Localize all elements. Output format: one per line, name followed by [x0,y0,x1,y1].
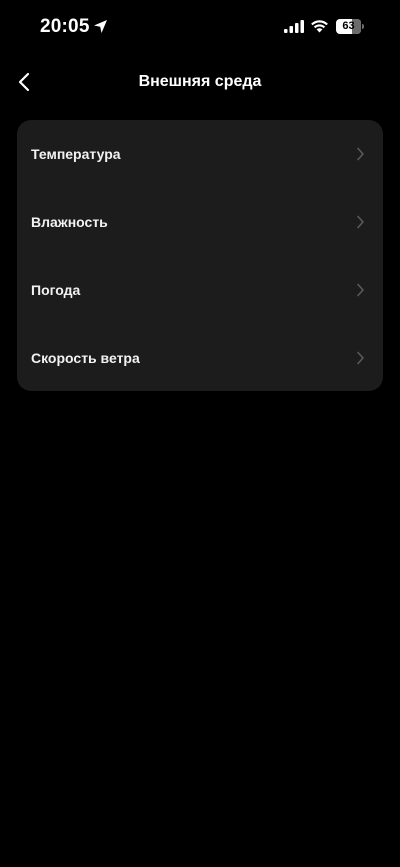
battery-tip [362,24,364,29]
page-title: Внешняя среда [138,73,262,90]
chevron-right-icon [357,351,364,365]
list-item-label: Скорость ветра [31,350,140,366]
list-item-temperature[interactable]: Температура [17,120,383,188]
chevron-right-icon [357,283,364,297]
location-arrow-icon [94,20,107,33]
status-time: 20:05 [40,16,90,37]
list-item-humidity[interactable]: Влажность [17,188,383,256]
list-item-weather[interactable]: Погода [17,256,383,324]
battery-body: 63 [336,19,361,34]
chevron-right-icon [357,215,364,229]
status-bar: 20:05 63 [0,0,400,54]
chevron-right-icon [357,147,364,161]
cellular-signal-icon [284,20,304,33]
settings-list: Температура Влажность Погода Скорость ве… [17,120,383,391]
battery-indicator: 63 [336,19,366,34]
list-item-label: Влажность [31,214,108,230]
list-item-label: Температура [31,146,121,162]
wifi-icon [311,20,328,33]
list-item-label: Погода [31,282,81,298]
battery-percent: 63 [342,20,355,32]
list-item-wind-speed[interactable]: Скорость ветра [17,324,383,391]
